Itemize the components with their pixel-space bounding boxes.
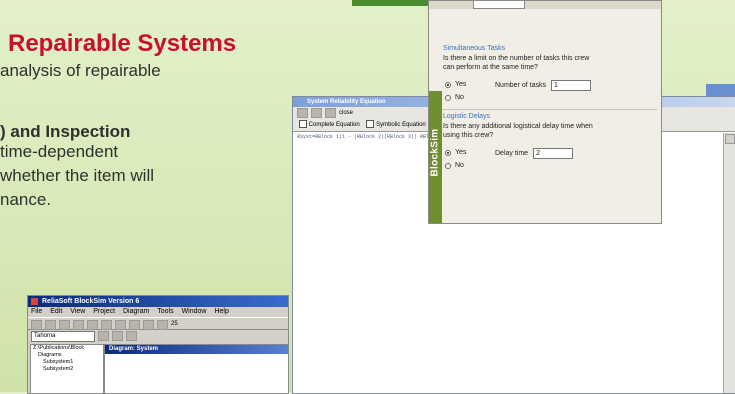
dialog-top-area xyxy=(429,1,661,9)
delay-time-label: Delay time xyxy=(495,150,529,157)
paragraph-line: whether the item will xyxy=(0,166,155,185)
section-heading: Repairable Systems xyxy=(8,30,237,57)
menu-window[interactable]: Window xyxy=(182,308,207,315)
delay-yes-radio[interactable] xyxy=(445,149,451,156)
blocksim-app-window: ReliaSoft BlockSim Version 6 File Edit V… xyxy=(27,295,289,394)
blocksim-side-tab: BlockSim xyxy=(429,91,442,223)
menu-diagram[interactable]: Diagram xyxy=(123,308,149,315)
delay-no-label: No xyxy=(455,162,464,169)
copy-icon[interactable] xyxy=(101,320,112,330)
menu-help[interactable]: Help xyxy=(214,308,228,315)
print-icon[interactable] xyxy=(311,108,322,118)
tree-item[interactable]: Diagrams xyxy=(33,352,103,359)
diagram-pane: Diagram: System xyxy=(104,344,288,393)
paragraph-line: analysis of repairable xyxy=(0,61,161,80)
underline-icon[interactable] xyxy=(126,331,137,341)
simultaneous-tasks-label: Simultaneous Tasks xyxy=(443,45,506,52)
delay-yes-option[interactable]: Yes xyxy=(445,149,466,156)
symbolic-equation-option[interactable]: Symbolic Equation xyxy=(376,122,426,128)
paragraph-line: time-dependent xyxy=(0,142,119,161)
delay-time-field: Delay time 2 xyxy=(495,148,574,159)
tasks-yes-radio[interactable] xyxy=(445,81,451,88)
font-select[interactable]: Tahoma xyxy=(31,330,95,342)
menu-view[interactable]: View xyxy=(70,308,85,315)
app-logo-icon xyxy=(31,298,38,305)
app-title-bar: ReliaSoft BlockSim Version 6 xyxy=(28,296,288,307)
crew-properties-dialog: Simultaneous Tasks Is there a limit on t… xyxy=(428,0,662,224)
find-icon[interactable] xyxy=(143,320,154,330)
menu-tools[interactable]: Tools xyxy=(157,308,173,315)
number-of-tasks-field: Number of tasks 1 xyxy=(495,80,591,91)
zoom-value[interactable]: 25 xyxy=(171,320,178,327)
tree-item[interactable]: Subsystem2 xyxy=(33,366,103,373)
complete-equation-option[interactable]: Complete Equation xyxy=(309,122,360,128)
top-field[interactable] xyxy=(473,1,525,9)
zoom-icon[interactable] xyxy=(157,320,168,330)
menu-file[interactable]: File xyxy=(31,308,42,315)
menu-bar: File Edit View Project Diagram Tools Win… xyxy=(28,307,288,317)
app-title: ReliaSoft BlockSim Version 6 xyxy=(42,298,140,305)
paragraph-line: nance. xyxy=(0,190,52,209)
copy-icon[interactable] xyxy=(297,108,308,118)
blocksim-side-label: BlockSim xyxy=(429,128,441,177)
italic-icon[interactable] xyxy=(112,331,123,341)
tasks-no-radio[interactable] xyxy=(445,94,451,101)
tasks-no-option[interactable]: No xyxy=(445,94,464,101)
print-icon[interactable] xyxy=(73,320,84,330)
vertical-scrollbar[interactable] xyxy=(723,133,735,393)
delay-no-radio[interactable] xyxy=(445,162,451,169)
open-icon[interactable] xyxy=(45,320,56,330)
tasks-yes-label: Yes xyxy=(455,81,467,88)
menu-edit[interactable]: Edit xyxy=(50,308,62,315)
complete-checkbox[interactable] xyxy=(299,120,307,129)
delay-yes-label: Yes xyxy=(455,149,467,156)
toolbar: 25 xyxy=(28,317,288,330)
close-button[interactable]: close xyxy=(339,110,353,116)
scroll-up-icon[interactable] xyxy=(725,134,735,144)
tree-root[interactable]: Z:\Publications\Block xyxy=(33,345,103,352)
undo-icon[interactable] xyxy=(129,320,140,330)
paste-icon[interactable] xyxy=(115,320,126,330)
background-window-titlebar xyxy=(706,84,735,96)
simultaneous-tasks-question: Is there a limit on the number of tasks … xyxy=(443,55,590,71)
save-icon[interactable] xyxy=(59,320,70,330)
delay-no-option[interactable]: No xyxy=(445,162,464,169)
project-tree: Z:\Publications\Block Diagrams Subsystem… xyxy=(30,344,104,393)
decorative-bar xyxy=(352,0,432,6)
number-of-tasks-label: Number of tasks xyxy=(495,82,546,89)
cut-icon[interactable] xyxy=(87,320,98,330)
diagram-title: Diagram: System xyxy=(105,345,288,354)
tasks-yes-option[interactable]: Yes xyxy=(445,81,466,88)
logistic-delays-label: Logistic Delays xyxy=(443,113,491,120)
subheading: ) and Inspection xyxy=(0,122,131,141)
new-icon[interactable] xyxy=(31,320,42,330)
menu-project[interactable]: Project xyxy=(93,308,115,315)
delay-time-input[interactable]: 2 xyxy=(533,148,574,159)
tasks-no-label: No xyxy=(455,94,464,101)
logistic-delays-question: Is there any additional logistical delay… xyxy=(443,123,593,139)
group-separator xyxy=(437,109,657,110)
tree-item[interactable]: Subsystem1 xyxy=(33,359,103,366)
format-toolbar: Tahoma xyxy=(28,330,288,342)
bold-icon[interactable] xyxy=(98,331,109,341)
number-of-tasks-input[interactable]: 1 xyxy=(550,80,591,91)
symbolic-checkbox[interactable] xyxy=(366,120,375,129)
save-icon[interactable] xyxy=(325,108,336,118)
